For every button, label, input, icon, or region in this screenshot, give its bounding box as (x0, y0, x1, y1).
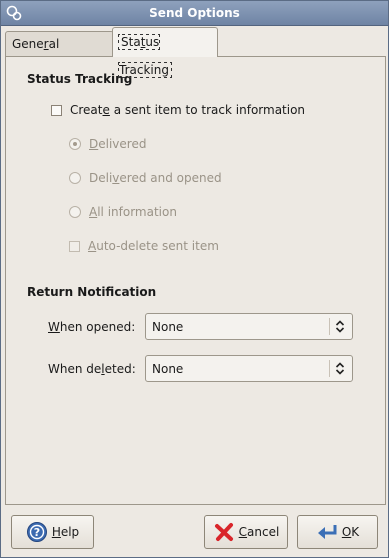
tab-status-tracking-label: Status Tracking (118, 34, 172, 78)
ok-icon (317, 525, 337, 539)
ok-button-label: OK (341, 525, 360, 539)
title-bar[interactable]: Send Options (1, 1, 388, 26)
delivered-and-opened-radio[interactable] (69, 172, 81, 184)
auto-delete-checkbox-row[interactable]: Auto-delete sent item (69, 239, 219, 253)
cancel-icon (214, 523, 233, 541)
send-options-window: Send Options General Options Status Trac… (0, 0, 389, 558)
updown-arrows-icon (335, 320, 345, 333)
when-opened-value: None (152, 320, 184, 334)
auto-delete-checkbox[interactable] (69, 240, 80, 252)
all-information-label: All information (89, 205, 177, 219)
when-opened-combo[interactable]: None (145, 313, 353, 340)
tab-status-tracking[interactable]: Status Tracking (112, 27, 218, 78)
tab-general-options[interactable]: General Options (5, 31, 114, 75)
ok-button[interactable]: OK (297, 515, 378, 549)
status-tracking-panel: Status Tracking Create a sent item to tr… (5, 56, 386, 505)
create-sent-item-checkbox[interactable] (51, 104, 62, 116)
delivered-and-opened-label: Delivered and opened (89, 171, 222, 185)
all-information-radio[interactable] (69, 206, 81, 218)
delivered-label: Delivered (89, 137, 147, 151)
delivered-radio-row[interactable]: Delivered (69, 137, 146, 151)
create-sent-item-checkbox-row[interactable]: Create a sent item to track information (51, 103, 305, 117)
when-deleted-combo[interactable]: None (145, 355, 353, 382)
when-opened-label: When opened: (48, 320, 136, 334)
delivered-and-opened-radio-row[interactable]: Delivered and opened (69, 171, 222, 185)
when-deleted-label: When deleted: (48, 362, 136, 376)
all-information-radio-row[interactable]: All information (69, 205, 177, 219)
auto-delete-label: Auto-delete sent item (88, 239, 219, 253)
window-title: Send Options (149, 6, 240, 20)
updown-arrows-icon (335, 362, 345, 375)
cancel-button[interactable]: Cancel (204, 515, 288, 549)
delivered-radio[interactable] (69, 138, 81, 150)
svg-text:?: ? (34, 526, 40, 539)
help-icon: ? (26, 522, 47, 542)
status-tracking-heading: Status Tracking (27, 72, 133, 86)
create-sent-item-label: Create a sent item to track information (70, 103, 306, 117)
cancel-button-label: Cancel (238, 525, 280, 539)
help-button[interactable]: ? Help (11, 515, 94, 549)
help-button-label: Help (51, 525, 80, 539)
combo-separator (329, 360, 330, 377)
combo-separator (329, 318, 330, 335)
return-notification-heading: Return Notification (27, 285, 157, 299)
when-deleted-value: None (152, 362, 184, 376)
